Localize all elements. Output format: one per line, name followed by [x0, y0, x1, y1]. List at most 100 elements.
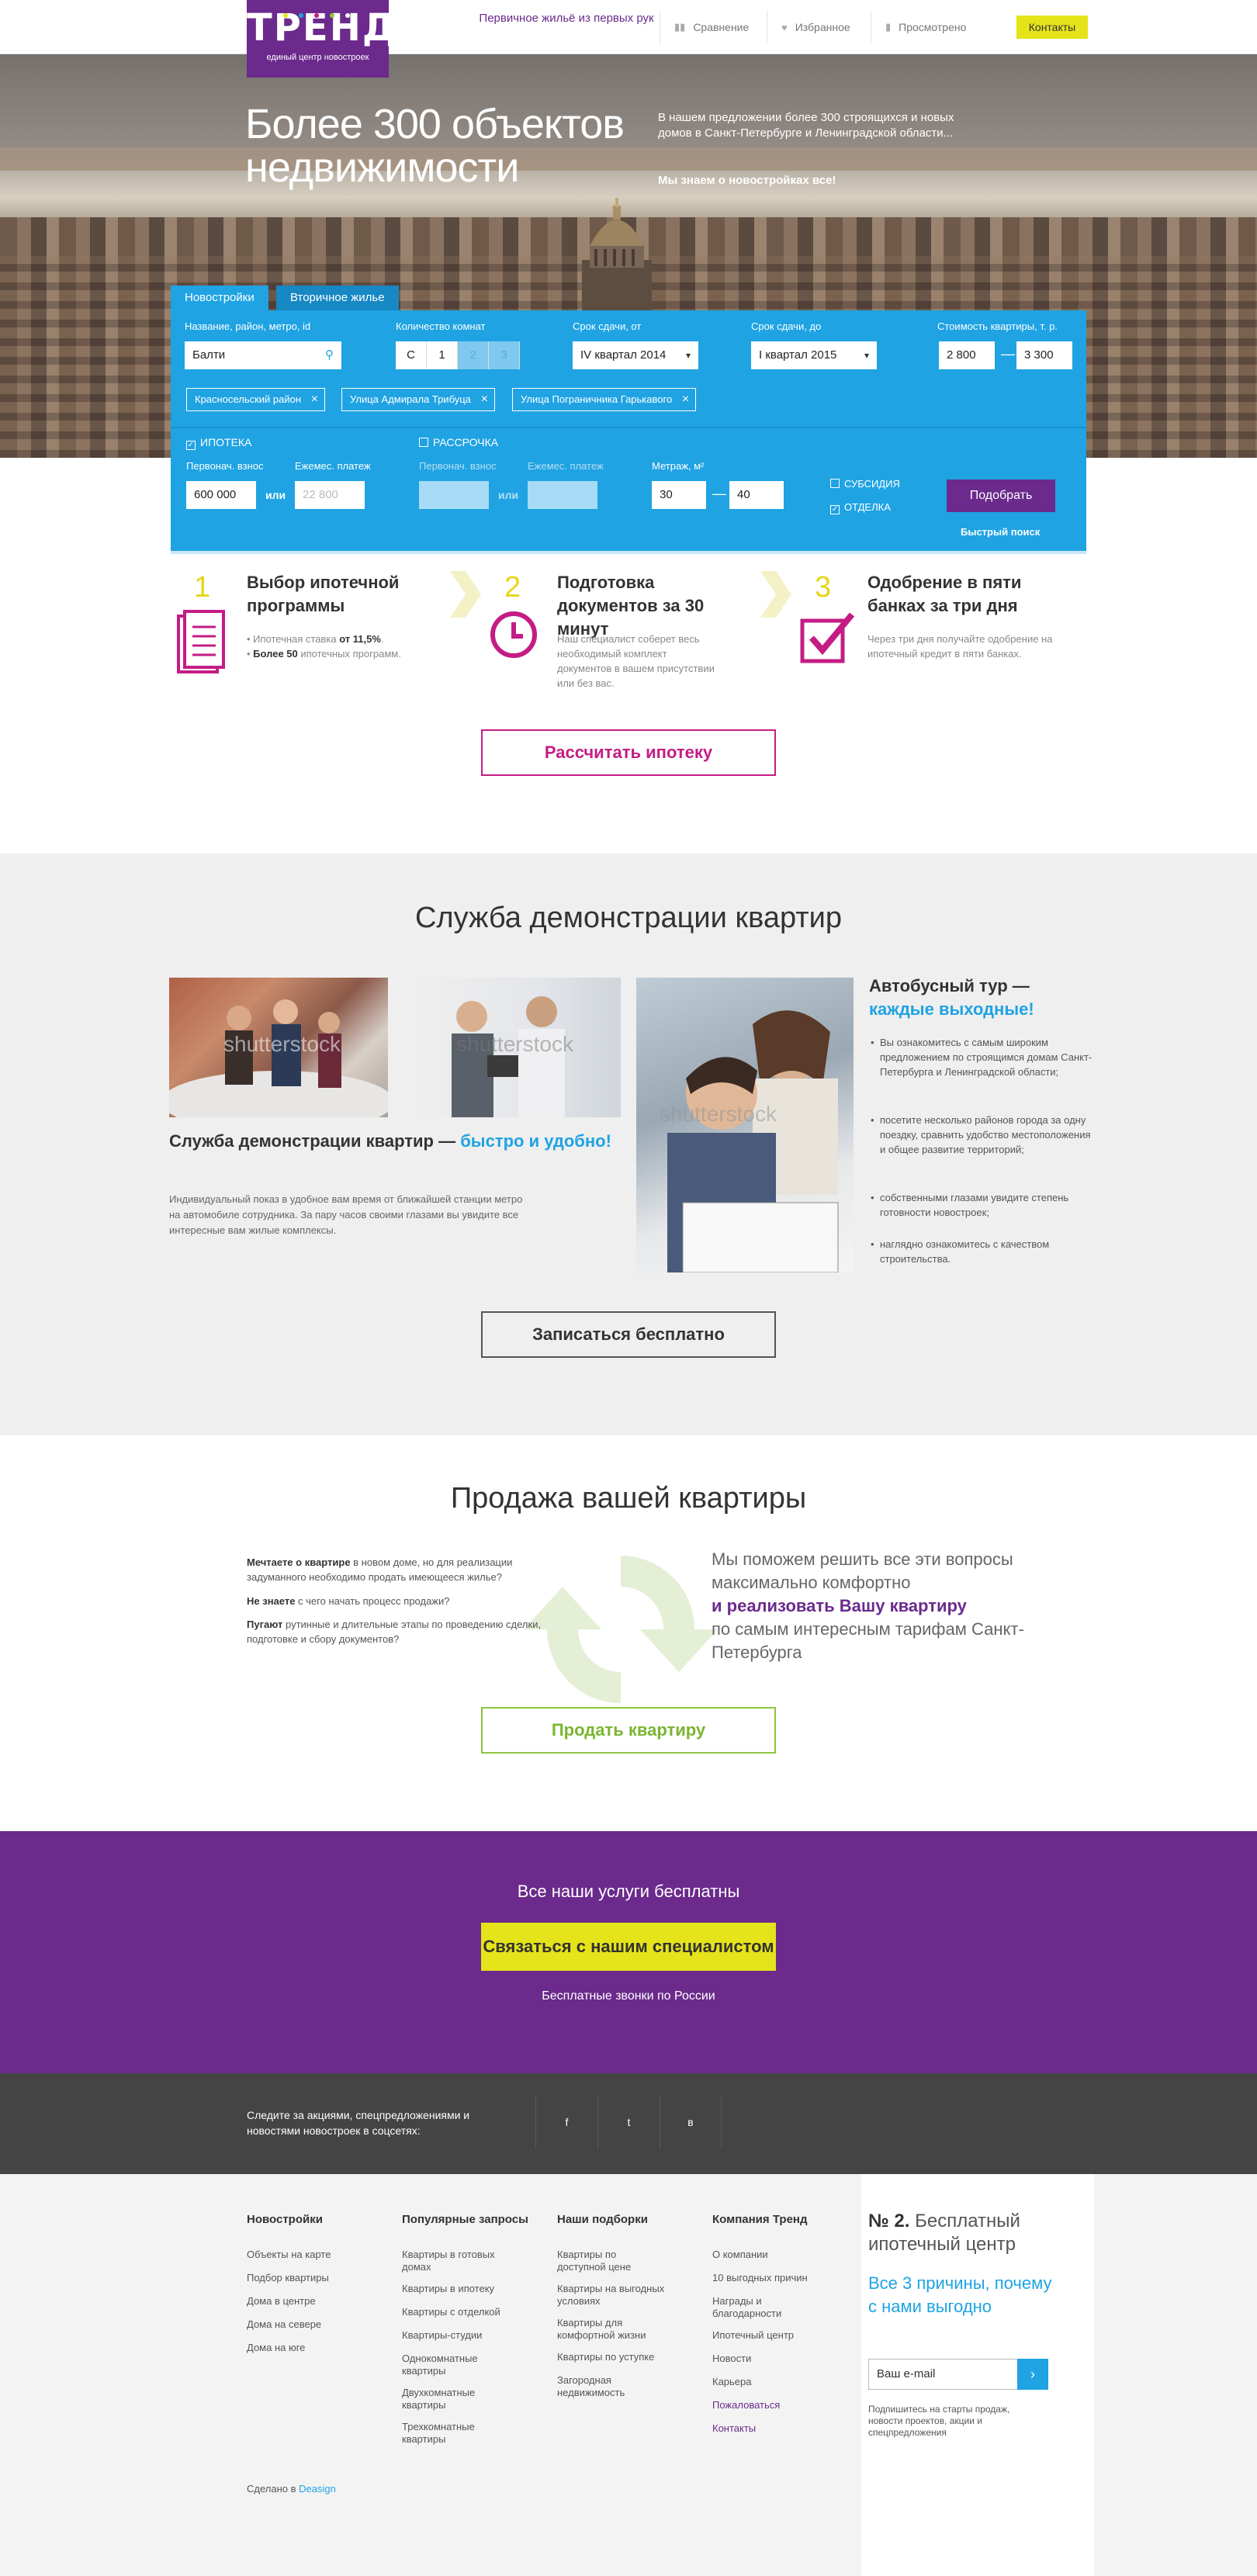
mortgage-checkbox[interactable]: ✓ ИПОТЕКА: [186, 436, 251, 450]
made-by-link[interactable]: Deasign: [299, 2483, 336, 2495]
footer-link[interactable]: Квартиры с отделкой: [402, 2306, 534, 2318]
subsidy-checkbox[interactable]: СУБСИДИЯ: [830, 478, 900, 490]
footer-link[interactable]: Загородная недвижимость: [557, 2374, 658, 2399]
installment-monthly-label: Ежемес. платеж: [528, 460, 604, 472]
social-text: Следите за акциями, спецпредложениями и …: [247, 2109, 470, 2137]
area-to-input[interactable]: 40: [729, 481, 784, 509]
chevron-down-icon: ▾: [864, 350, 869, 361]
footer-link[interactable]: Ипотечный центр: [712, 2329, 844, 2342]
demo-subtitle-text: Служба демонстрации квартир —: [169, 1131, 461, 1151]
room-studio[interactable]: С: [396, 341, 427, 369]
search-input[interactable]: Балти ⚲: [185, 341, 341, 369]
footer-link[interactable]: Карьера: [712, 2376, 844, 2388]
step-number: 2: [504, 571, 521, 604]
room-3[interactable]: 3: [489, 341, 520, 369]
footer-link[interactable]: 10 выгодных причин: [712, 2272, 844, 2284]
footer-link[interactable]: О компании: [712, 2249, 844, 2261]
filter-tag[interactable]: Красносельский район ×: [186, 388, 326, 411]
footer-link[interactable]: Квартиры для комфортной жизни: [557, 2317, 674, 2342]
close-icon[interactable]: ×: [481, 389, 488, 410]
tab-new-buildings[interactable]: Новостройки: [171, 286, 268, 310]
chevron-down-icon: ▾: [685, 350, 691, 361]
hero-intro: В нашем предложении более 300 строящихся…: [658, 111, 954, 140]
deadline-to-select[interactable]: I квартал 2015 ▾: [751, 341, 877, 369]
room-1[interactable]: 1: [427, 341, 458, 369]
area-from-input[interactable]: 30: [652, 481, 706, 509]
footer-link[interactable]: Однокомнатные квартиры: [402, 2353, 503, 2377]
footer-link[interactable]: Дома в центре: [247, 2295, 379, 2308]
deadline-to-value: I квартал 2015: [759, 348, 837, 362]
footer-link[interactable]: Квартиры-студии: [402, 2329, 534, 2342]
contacts-button[interactable]: Контакты: [1016, 16, 1088, 39]
step-number: 3: [815, 571, 832, 604]
down-payment-input[interactable]: 600 000: [186, 481, 256, 509]
filter-tag[interactable]: Улица Пограничника Гарькавого ×: [512, 388, 697, 411]
footer-link[interactable]: Подбор квартиры: [247, 2272, 379, 2284]
footer-link[interactable]: Трехкомнатные квартиры: [402, 2421, 503, 2446]
footer-col-title: Наши подборки: [557, 2213, 648, 2226]
bus-tour-bullet: Вы ознакомитесь с самым широким предложе…: [869, 1035, 1094, 1079]
sale-paragraph: Мечтаете о квартире в новом доме, но для…: [247, 1555, 542, 1584]
footer-link-contacts[interactable]: Контакты: [712, 2422, 844, 2435]
step-text-part: .: [380, 633, 384, 645]
footer-col-title: Новостройки: [247, 2213, 323, 2226]
subscribe-arrow-button[interactable]: ›: [1017, 2359, 1048, 2390]
nav-favorites[interactable]: ♥ Избранное: [767, 11, 864, 43]
footer-link[interactable]: Квартиры на выгодных условиях: [557, 2283, 689, 2308]
bus-tour-title: Автобусный тур — каждые выходные!: [869, 975, 1094, 1021]
search-icon[interactable]: ⚲: [325, 341, 334, 369]
rooms-label: Количество комнат: [396, 320, 486, 332]
email-field[interactable]: Ваш e-mail: [868, 2359, 1017, 2390]
close-icon[interactable]: ×: [682, 389, 689, 410]
footer-link-complain[interactable]: Пожаловаться: [712, 2399, 844, 2412]
deadline-from-label: Срок сдачи, от: [573, 320, 642, 332]
step-text-line: • Ипотечная ставка от 11,5%.: [247, 633, 384, 645]
monthly-input[interactable]: 22 800: [295, 481, 365, 509]
sale-paragraph: Пугают рутинные и длительные этапы по пр…: [247, 1617, 542, 1646]
deadline-from-select[interactable]: IV квартал 2014 ▾: [573, 341, 698, 369]
logo[interactable]: ТРЕНД единый центр новостроек: [247, 0, 396, 78]
nav-viewed[interactable]: ▮ Просмотрено: [871, 11, 987, 43]
room-2[interactable]: 2: [458, 341, 489, 369]
step-text-part: Ипотечная ставка: [253, 633, 340, 645]
footer-link[interactable]: Новости: [712, 2353, 844, 2365]
vk-icon[interactable]: в: [660, 2095, 722, 2149]
footer-link[interactable]: Дома на юге: [247, 2342, 379, 2354]
checkbox-icon: [419, 438, 428, 447]
footer-link[interactable]: Объекты на карте: [247, 2249, 379, 2261]
contact-specialist-button[interactable]: Связаться с нашим специалистом: [481, 1923, 776, 1971]
price-from-input[interactable]: 2 800: [939, 341, 995, 369]
nav-compare[interactable]: ▮▮ Сравнение: [660, 11, 760, 43]
footer-link[interactable]: Квартиры по уступке: [557, 2351, 689, 2363]
installment-checkbox[interactable]: РАССРОЧКА: [419, 436, 498, 448]
calculate-mortgage-button[interactable]: Рассчитать ипотеку: [481, 729, 776, 776]
sell-apartment-button[interactable]: Продать квартиру: [481, 1707, 776, 1754]
price-to-input[interactable]: 3 300: [1016, 341, 1072, 369]
reasons-link[interactable]: Все 3 причины, почему с нами выгодно: [868, 2272, 1054, 2318]
footer-link[interactable]: Двухкомнатные квартиры: [402, 2387, 503, 2412]
pick-button[interactable]: Подобрать: [947, 480, 1055, 512]
cathedral-dome-image: [582, 198, 652, 314]
step-text-line: • Более 50 ипотечных программ.: [247, 648, 401, 660]
close-icon[interactable]: ×: [311, 389, 318, 410]
footer-link[interactable]: Квартиры в готовых домах: [402, 2249, 518, 2273]
footer-link[interactable]: Квартиры по доступной цене: [557, 2249, 658, 2273]
signup-free-button[interactable]: Записаться бесплатно: [481, 1311, 776, 1358]
or-label: или: [498, 489, 519, 501]
quick-search-link[interactable]: Быстрый поиск: [961, 526, 1040, 538]
finish-checkbox[interactable]: ✓ ОТДЕЛКА: [830, 501, 891, 514]
footer-link[interactable]: Дома на севере: [247, 2318, 379, 2331]
twitter-icon[interactable]: t: [597, 2095, 660, 2149]
checkmark-icon: ✓: [830, 505, 840, 514]
filter-tag[interactable]: Улица Адмирала Трибуца ×: [341, 388, 495, 411]
footer-link[interactable]: Награды и благодарности: [712, 2295, 798, 2320]
chevron-right-icon: [450, 571, 481, 618]
logo-subtitle: единый центр новостроек: [266, 53, 369, 62]
bus-tour-bullet: наглядно ознакомитесь с качеством строит…: [869, 1237, 1094, 1266]
document-icon: [177, 610, 225, 673]
tab-secondary[interactable]: Вторичное жилье: [276, 286, 399, 310]
footer-link[interactable]: Квартиры в ипотеку: [402, 2283, 534, 2295]
hero-intro-bold: Мы знаем о новостройках все!: [658, 174, 836, 187]
facebook-icon[interactable]: f: [535, 2095, 597, 2149]
footer-col-title: Компания Тренд: [712, 2213, 808, 2226]
